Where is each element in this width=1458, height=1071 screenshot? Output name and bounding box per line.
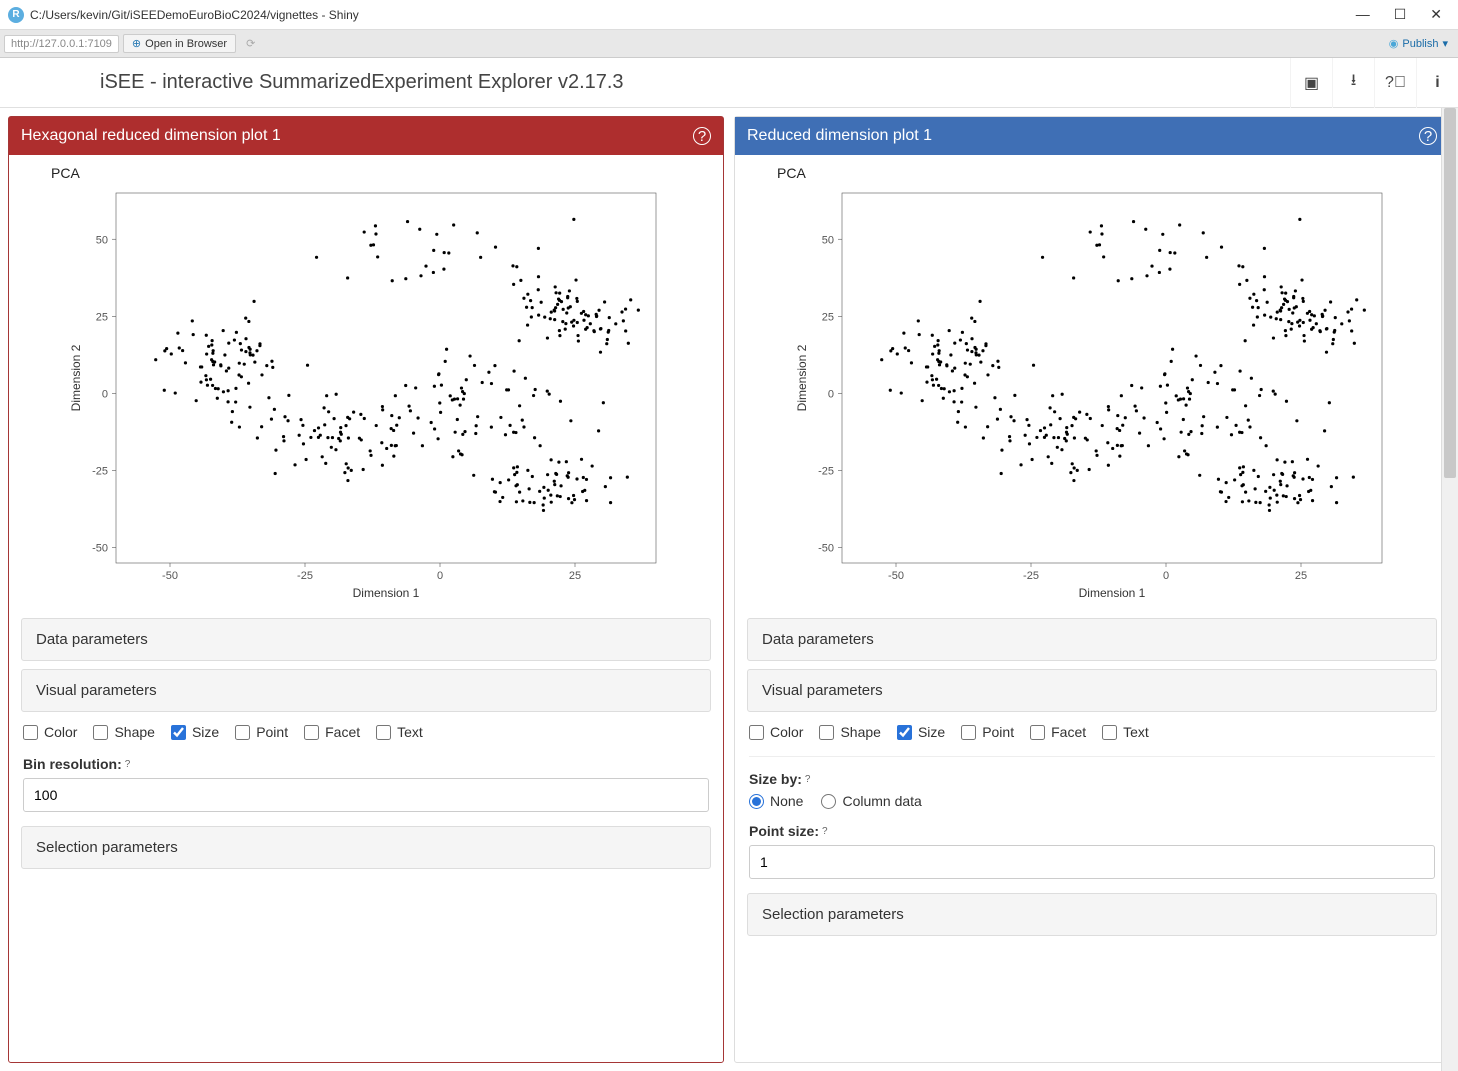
hex-reduced-dim-panel: Hexagonal reduced dimension plot 1 ? PCA… [8,116,724,1063]
svg-text:25: 25 [96,311,108,323]
svg-text:Dimension 2: Dimension 2 [795,344,809,411]
checkbox-text[interactable]: Text [376,724,423,740]
download-icon[interactable]: ⭳ [1332,58,1374,108]
svg-text:50: 50 [96,234,108,246]
data-parameters-box[interactable]: Data parameters [21,618,711,661]
svg-text:25: 25 [822,311,834,323]
checkbox-color[interactable]: Color [23,724,77,740]
point-size-label: Point size:? [749,823,1435,839]
help-header-icon[interactable]: ?⃝ [1374,58,1416,108]
svg-text:50: 50 [822,234,834,246]
svg-text:Dimension 2: Dimension 2 [69,344,83,411]
browser-icon: ⊕ [132,37,141,50]
publish-icon: ◉ [1389,37,1399,50]
checkbox-size[interactable]: Size [171,724,219,740]
publish-button[interactable]: ◉ Publish ▾ [1389,37,1454,50]
visual-parameters-box[interactable]: Visual parameters [21,669,711,712]
maximize-button[interactable]: ☐ [1394,6,1407,23]
checkbox-shape[interactable]: Shape [93,724,154,740]
svg-text:-50: -50 [92,543,108,555]
bin-resolution-label: Bin resolution:? [23,756,709,772]
svg-text:Dimension 1: Dimension 1 [353,586,420,600]
help-tooltip-icon[interactable]: ? [822,826,828,837]
visual-checkbox-row: Color Shape Size Point Facet Text [749,724,1435,740]
panel-header-hex: Hexagonal reduced dimension plot 1 ? [9,117,723,155]
radio-column-data[interactable]: Column data [821,793,921,809]
reload-icon[interactable]: ⟳ [240,37,261,50]
svg-text:-50: -50 [888,570,904,582]
data-parameters-box[interactable]: Data parameters [747,618,1437,661]
panel-header-rdp: Reduced dimension plot 1 ? [735,117,1449,155]
size-by-radios: None Column data [749,793,1435,809]
svg-text:-50: -50 [818,543,834,555]
checkbox-text[interactable]: Text [1102,724,1149,740]
bin-resolution-input[interactable] [23,778,709,812]
browser-toolbar: http://127.0.0.1:7109 ⊕ Open in Browser … [0,30,1458,58]
svg-text:0: 0 [1163,570,1169,582]
url-box[interactable]: http://127.0.0.1:7109 [4,35,119,53]
checkbox-shape[interactable]: Shape [819,724,880,740]
panel-help-icon[interactable]: ? [1419,127,1437,145]
open-in-browser-button[interactable]: ⊕ Open in Browser [123,34,236,53]
plot-title: PCA [51,165,711,181]
rstudio-icon: R [8,7,24,23]
help-tooltip-icon[interactable]: ? [125,759,131,770]
visual-parameters-box[interactable]: Visual parameters [747,669,1437,712]
svg-text:25: 25 [569,570,581,582]
scrollbar[interactable] [1441,108,1458,1071]
svg-text:0: 0 [102,388,108,400]
plot-container-left[interactable]: -50 -25 0 25 -50 -25 0 25 50 Dimension 1 Dimension… [21,183,711,606]
svg-text:Dimension 1: Dimension 1 [1079,586,1146,600]
reduced-dim-panel: Reduced dimension plot 1 ? PCA -50 -25 0 25… [734,116,1450,1063]
app-title: iSEE - interactive SummarizedExperiment … [0,71,1290,94]
minimize-button[interactable]: — [1356,6,1370,23]
main-content: Hexagonal reduced dimension plot 1 ? PCA… [0,108,1458,1071]
image-icon[interactable]: ▣ [1290,58,1332,108]
checkbox-point[interactable]: Point [961,724,1014,740]
point-size-input[interactable] [749,845,1435,879]
svg-text:-25: -25 [818,466,834,478]
svg-text:0: 0 [828,388,834,400]
checkbox-point[interactable]: Point [235,724,288,740]
visual-checkbox-row: Color Shape Size Point Facet Text [23,724,709,740]
svg-text:-25: -25 [1023,570,1039,582]
svg-text:-25: -25 [92,466,108,478]
checkbox-facet[interactable]: Facet [1030,724,1086,740]
selection-parameters-box[interactable]: Selection parameters [747,893,1437,936]
chevron-down-icon: ▾ [1442,37,1448,50]
panel-help-icon[interactable]: ? [693,127,711,145]
svg-text:25: 25 [1295,570,1307,582]
checkbox-size[interactable]: Size [897,724,945,740]
close-button[interactable]: ✕ [1430,6,1442,23]
plot-title: PCA [777,165,1437,181]
checkbox-facet[interactable]: Facet [304,724,360,740]
help-tooltip-icon[interactable]: ? [805,774,811,785]
info-icon[interactable]: i [1416,58,1458,108]
svg-text:0: 0 [437,570,443,582]
plot-container-right[interactable]: -50 -25 0 25 -50 -25 0 25 50 Dimension 1 Dimension… [747,183,1437,606]
svg-text:-50: -50 [162,570,178,582]
app-header: iSEE - interactive SummarizedExperiment … [0,58,1458,108]
selection-parameters-box[interactable]: Selection parameters [21,826,711,869]
svg-text:-25: -25 [297,570,313,582]
scroll-thumb[interactable] [1444,108,1456,478]
checkbox-color[interactable]: Color [749,724,803,740]
window-titlebar: R C:/Users/kevin/Git/iSEEDemoEuroBioC202… [0,0,1458,30]
size-by-label: Size by:? [749,771,1435,787]
window-title: C:/Users/kevin/Git/iSEEDemoEuroBioC2024/… [30,8,1356,22]
radio-none[interactable]: None [749,793,803,809]
